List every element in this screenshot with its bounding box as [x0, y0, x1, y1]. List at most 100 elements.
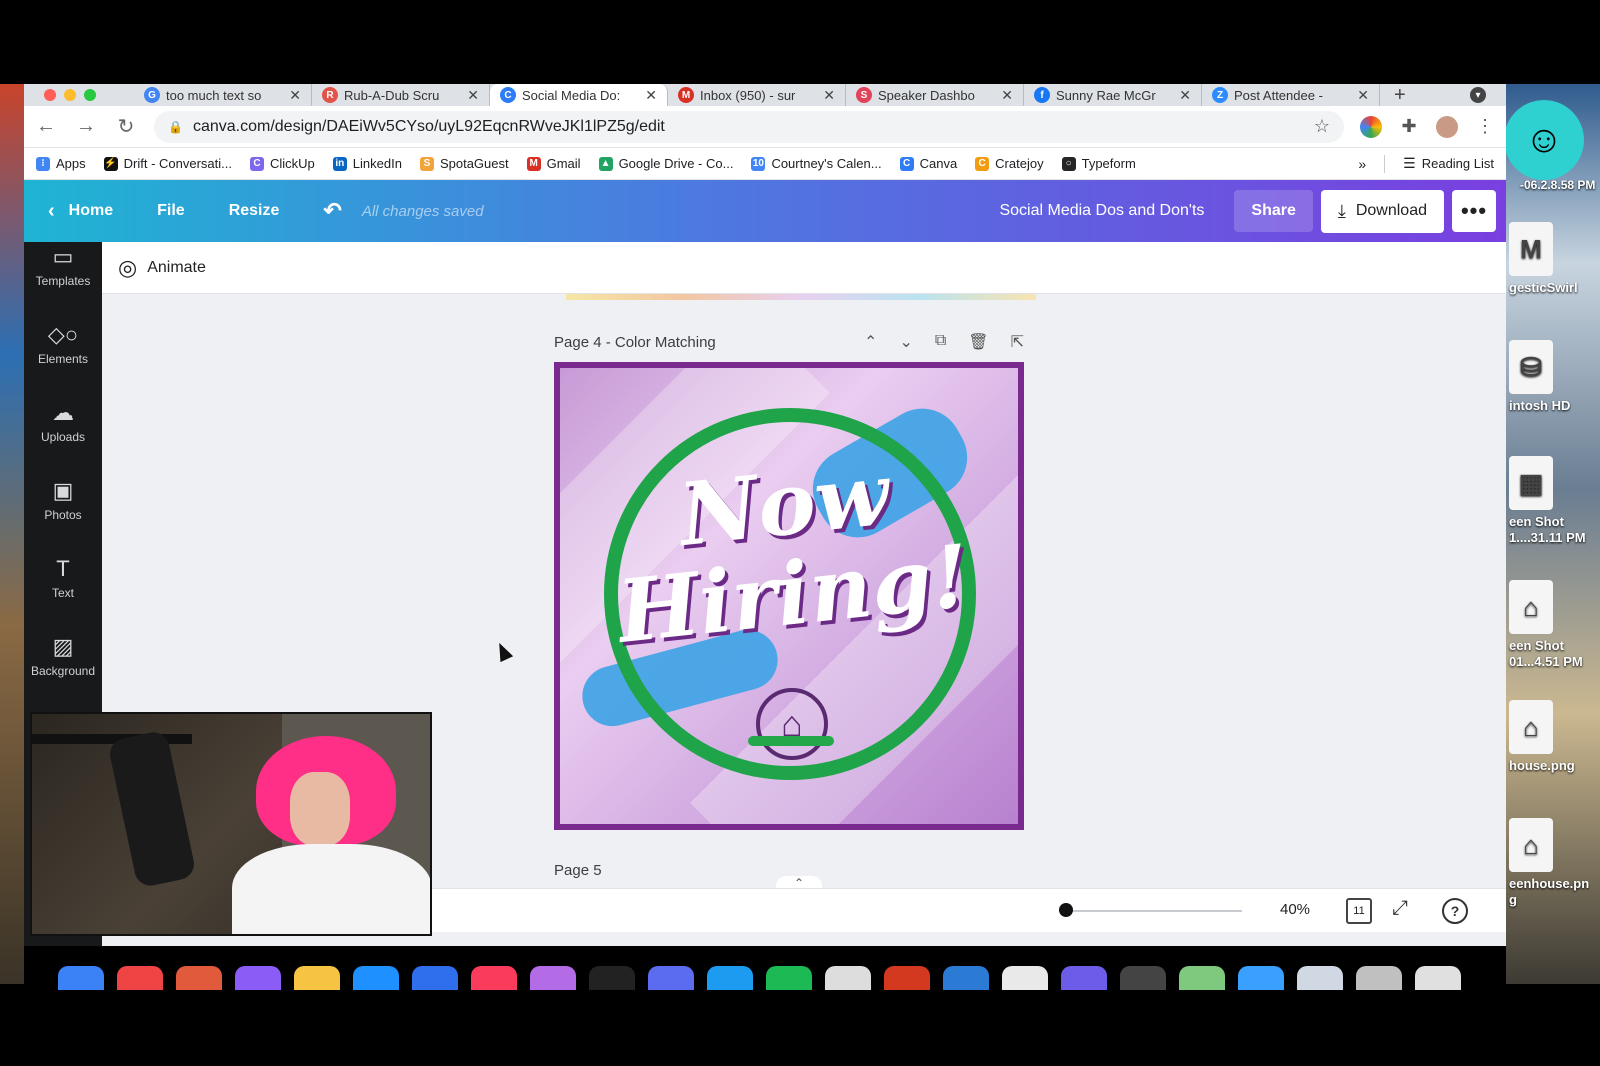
extension-chrome-icon[interactable]	[1360, 115, 1382, 138]
new-tab-button[interactable]: +	[1380, 84, 1420, 107]
close-tab-icon[interactable]: ✕	[467, 87, 479, 104]
url-input[interactable]: 🔒 canva.com/design/DAEiWv5CYso/uyL92Eqcn…	[154, 110, 1344, 143]
browser-tab[interactable]: Z Post Attendee - ✕	[1202, 84, 1380, 106]
desktop-file[interactable]: ⌂ een Shot 01...4.51 PM	[1509, 580, 1595, 670]
dock-app-icon[interactable]	[294, 966, 340, 990]
reading-list-button[interactable]: ☰ Reading List	[1403, 155, 1494, 172]
bookmark-item[interactable]: ▲ Google Drive - Co...	[598, 156, 733, 171]
fullscreen-icon[interactable]: ⤢	[1392, 897, 1408, 920]
extensions-puzzle-icon[interactable]: ✚	[1398, 116, 1420, 138]
close-tab-icon[interactable]: ✕	[1001, 87, 1013, 104]
tab-search-icon[interactable]: ▾	[1470, 87, 1486, 103]
undo-icon[interactable]: ↶	[323, 198, 341, 224]
bookmark-item[interactable]: C Canva	[899, 156, 957, 171]
dock-app-icon[interactable]	[530, 966, 576, 990]
sidebar-item-templates[interactable]: ▭ Templates	[24, 244, 102, 288]
close-tab-icon[interactable]: ✕	[823, 87, 835, 104]
download-button[interactable]: ⤓ Download	[1320, 189, 1444, 233]
dock-app-icon[interactable]	[707, 966, 753, 990]
dock-app-icon[interactable]	[648, 966, 694, 990]
sidebar-item-uploads[interactable]: ☁ Uploads	[24, 400, 102, 444]
desktop-file[interactable]: ⌂ house.png	[1509, 700, 1595, 774]
bookmark-item[interactable]: 10 Courtney's Calen...	[751, 156, 882, 171]
browser-tab[interactable]: C Social Media Do: ✕	[490, 84, 668, 106]
dock-app-icon[interactable]	[1356, 966, 1402, 990]
bookmark-star-icon[interactable]: ☆	[1314, 116, 1330, 137]
desktop-file[interactable]: ▦ een Shot 1....31.11 PM	[1509, 456, 1595, 546]
next-page-title[interactable]: Page 5	[554, 862, 602, 879]
dock-app-icon[interactable]	[766, 966, 812, 990]
bookmark-item[interactable]: ⁝ Apps	[36, 156, 86, 171]
bookmark-item[interactable]: C ClickUp	[250, 156, 315, 171]
move-page-down-icon[interactable]: ⌄	[899, 332, 912, 352]
dock-app-icon[interactable]	[471, 966, 517, 990]
desktop-file[interactable]: ⌂ eenhouse.pn g	[1509, 818, 1595, 908]
delete-page-icon[interactable]: 🗑	[968, 332, 988, 352]
close-tab-icon[interactable]: ✕	[645, 87, 657, 104]
duplicate-page-icon[interactable]: ⧉	[935, 332, 946, 352]
profile-avatar[interactable]: ☺	[1504, 100, 1584, 180]
more-options-button[interactable]: •••	[1452, 190, 1496, 232]
dock-app-icon[interactable]	[58, 966, 104, 990]
browser-tab[interactable]: R Rub-A-Dub Scru ✕	[312, 84, 490, 106]
home-button[interactable]: ‹ Home	[48, 200, 113, 223]
dock-app-icon[interactable]	[1297, 966, 1343, 990]
browser-tab[interactable]: S Speaker Dashbo ✕	[846, 84, 1024, 106]
zoom-percent[interactable]: 40%	[1280, 901, 1310, 918]
dock-app-icon[interactable]	[1238, 966, 1284, 990]
dock-app-icon[interactable]	[884, 966, 930, 990]
file-menu[interactable]: File	[157, 202, 185, 220]
desktop-file[interactable]: ⛁ intosh HD	[1509, 340, 1595, 414]
bookmark-item[interactable]: ○ Typeform	[1061, 156, 1136, 171]
bookmark-item[interactable]: S SpotaGuest	[419, 156, 509, 171]
desktop-file[interactable]: MgesticSwirl	[1509, 222, 1595, 296]
dock-app-icon[interactable]	[825, 966, 871, 990]
zoom-slider[interactable]	[1062, 910, 1242, 912]
bookmark-item[interactable]: C Cratejoy	[975, 156, 1044, 171]
back-arrow-icon[interactable]: ←	[34, 115, 58, 138]
reload-icon[interactable]: ↻	[114, 114, 138, 139]
forward-arrow-icon[interactable]: →	[74, 115, 98, 138]
dock-app-icon[interactable]	[589, 966, 635, 990]
browser-menu-icon[interactable]: ⋮	[1474, 116, 1496, 138]
browser-tab[interactable]: Gtoo much text so ✕	[134, 84, 312, 106]
page-title[interactable]: Page 4 - Color Matching	[554, 334, 716, 351]
close-window-button[interactable]	[44, 89, 56, 101]
bookmark-item[interactable]: M Gmail	[526, 156, 581, 171]
bookmark-item[interactable]: in LinkedIn	[332, 156, 402, 171]
document-title[interactable]: Social Media Dos and Don'ts	[999, 202, 1204, 220]
dock-app-icon[interactable]	[943, 966, 989, 990]
sidebar-item-text[interactable]: T Text	[24, 556, 102, 600]
dock-app-icon[interactable]	[1415, 966, 1461, 990]
maximize-window-button[interactable]	[84, 89, 96, 101]
dock-app-icon[interactable]	[353, 966, 399, 990]
grid-view-button[interactable]: 11	[1346, 898, 1372, 924]
close-tab-icon[interactable]: ✕	[1179, 87, 1191, 104]
minimize-window-button[interactable]	[64, 89, 76, 101]
dock-app-icon[interactable]	[1120, 966, 1166, 990]
bookmark-item[interactable]: ⚡ Drift - Conversati...	[103, 156, 232, 171]
move-page-up-icon[interactable]: ⌃	[864, 332, 877, 352]
dock-app-icon[interactable]	[1002, 966, 1048, 990]
share-button[interactable]: Share	[1234, 190, 1313, 232]
sidebar-item-photos[interactable]: ▣ Photos	[24, 478, 102, 522]
sidebar-item-elements[interactable]: ◇○ Elements	[24, 322, 102, 366]
close-tab-icon[interactable]: ✕	[289, 87, 301, 104]
dock-app-icon[interactable]	[235, 966, 281, 990]
add-page-icon[interactable]: ⇱	[1011, 332, 1024, 352]
dock-app-icon[interactable]	[1061, 966, 1107, 990]
close-tab-icon[interactable]: ✕	[1357, 87, 1369, 104]
zoom-slider-handle[interactable]	[1059, 903, 1073, 917]
dock-app-icon[interactable]	[1179, 966, 1225, 990]
bookmarks-overflow-button[interactable]: »	[1358, 156, 1366, 172]
help-button[interactable]: ?	[1442, 898, 1468, 924]
browser-tab[interactable]: M Inbox (950) - sur ✕	[668, 84, 846, 106]
dock-app-icon[interactable]	[176, 966, 222, 990]
dock-app-icon[interactable]	[117, 966, 163, 990]
profile-icon[interactable]	[1436, 115, 1458, 138]
design-canvas[interactable]: Now Hiring! ⌂	[554, 362, 1024, 830]
browser-tab[interactable]: f Sunny Rae McGr ✕	[1024, 84, 1202, 106]
animate-button[interactable]: Animate	[147, 259, 206, 277]
dock-app-icon[interactable]	[412, 966, 458, 990]
sidebar-item-background[interactable]: ▨ Background	[24, 634, 102, 678]
